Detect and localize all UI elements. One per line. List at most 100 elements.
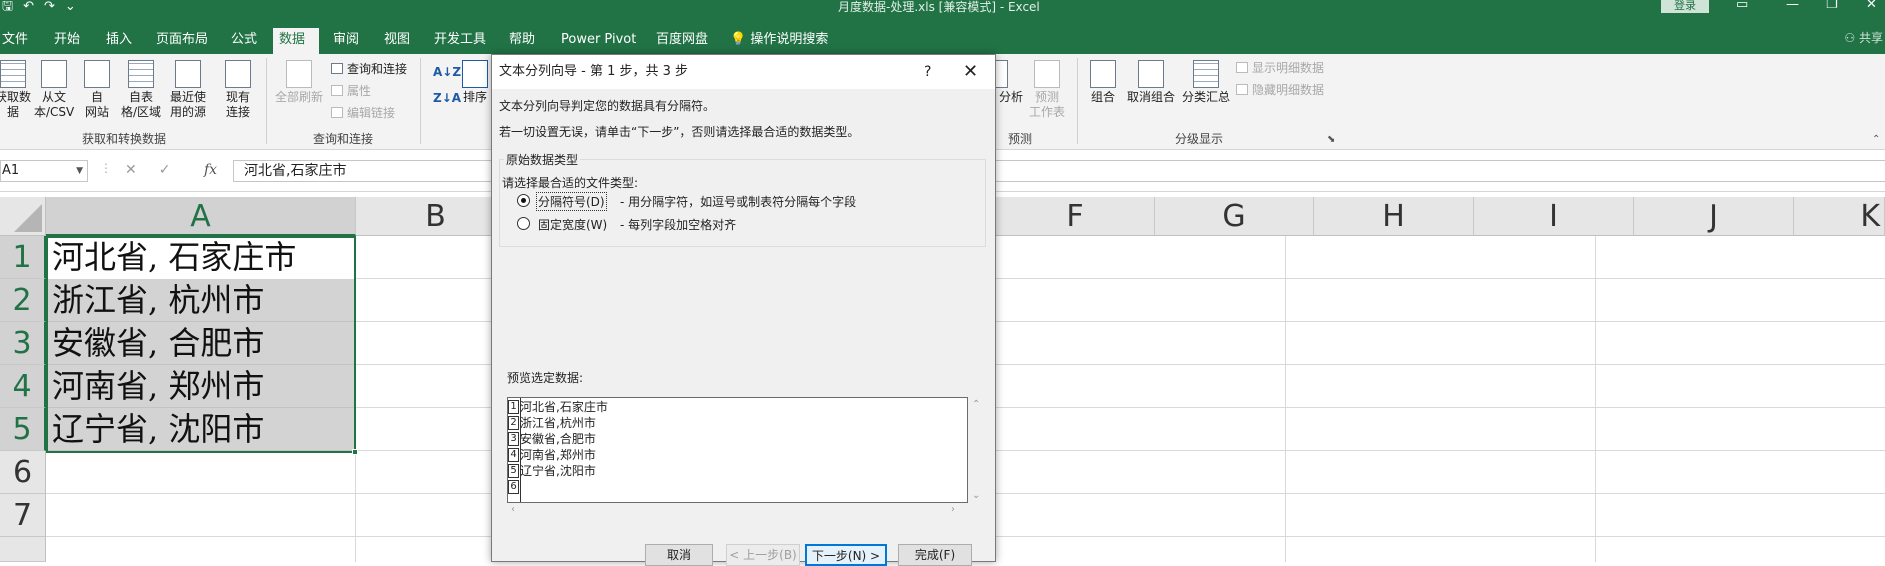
sort-az-icon[interactable]: A↓Z xyxy=(433,64,461,80)
column-header-k[interactable]: K xyxy=(1794,197,1885,236)
existing-connections-button[interactable]: 现有 连接 xyxy=(220,60,256,120)
preview-vertical-scrollbar[interactable]: ⌃ ⌄ xyxy=(968,397,985,503)
ungroup-button[interactable]: 取消组合 xyxy=(1124,60,1178,105)
close-window-icon[interactable]: ✕ xyxy=(1866,0,1877,12)
formula-input[interactable]: 河北省,石家庄市 xyxy=(233,160,1885,182)
from-table-button[interactable]: 自表 格/区域 xyxy=(118,60,164,120)
preview-horizontal-scrollbar[interactable]: ‹ › xyxy=(507,503,985,519)
column-header-a[interactable]: A xyxy=(46,197,356,236)
restore-icon[interactable]: ❐ xyxy=(1826,0,1838,12)
tab-baidu[interactable]: 百度网盘 xyxy=(650,28,714,54)
preview-row: 4 河南省,郑州市 xyxy=(508,447,596,463)
row-header-4[interactable]: 4 xyxy=(0,365,46,408)
row-header-6[interactable]: 6 xyxy=(0,451,46,494)
undo-icon[interactable]: ↶ xyxy=(23,0,44,14)
row-header-7[interactable]: 7 xyxy=(0,494,46,537)
tab-file[interactable]: 文件 xyxy=(0,28,34,54)
finish-button[interactable]: 完成(F) xyxy=(898,544,972,566)
from-csv-button[interactable]: 从文 本/CSV xyxy=(34,60,74,120)
cell-a1[interactable]: 河北省, 石家庄市 xyxy=(46,236,355,279)
tab-help[interactable]: 帮助 xyxy=(503,28,541,54)
row-header-8[interactable] xyxy=(0,537,46,562)
share-button[interactable]: ⚇ 共享 xyxy=(1844,29,1883,46)
tab-data[interactable]: 数据 xyxy=(273,28,319,54)
fixed-width-radio[interactable] xyxy=(517,217,530,230)
tell-me-search[interactable]: 💡 操作说明搜索 xyxy=(724,28,834,54)
save-icon[interactable]: 🖫 xyxy=(2,0,23,14)
row-header-1[interactable]: 1 xyxy=(0,236,46,279)
help-icon[interactable]: ? xyxy=(924,55,931,89)
chevron-right-icon[interactable]: › xyxy=(951,504,955,515)
edit-links-button[interactable]: 编辑链接 xyxy=(331,105,395,121)
column-header-g[interactable]: G xyxy=(1155,197,1314,236)
refresh-icon xyxy=(286,60,312,88)
chevron-left-icon[interactable]: ‹ xyxy=(511,504,515,515)
queries-connections-button[interactable]: 查询和连接 xyxy=(331,61,407,77)
collapse-ribbon-icon[interactable]: ⌃ xyxy=(1872,132,1880,148)
tab-view[interactable]: 视图 xyxy=(378,28,416,54)
row-header-3[interactable]: 3 xyxy=(0,322,46,365)
show-detail-button[interactable]: 显示明细数据 xyxy=(1236,60,1324,76)
properties-button[interactable]: 属性 xyxy=(331,83,371,99)
chevron-up-icon[interactable]: ⌃ xyxy=(972,399,980,410)
fill-handle[interactable] xyxy=(352,449,358,455)
column-header-i[interactable]: I xyxy=(1474,197,1634,236)
dialog-launcher-icon[interactable]: ⬊ xyxy=(1327,132,1335,148)
minimize-icon[interactable]: — xyxy=(1786,0,1799,12)
ribbon-display-icon[interactable]: ▭ xyxy=(1736,0,1748,12)
chevron-down-icon[interactable]: ⌄ xyxy=(972,490,980,501)
cell-a2[interactable]: 浙江省, 杭州市 xyxy=(46,279,355,322)
tab-insert[interactable]: 插入 xyxy=(100,28,138,54)
group-label-queries: 查询和连接 xyxy=(313,132,374,146)
subtotal-button[interactable]: 分类汇总 xyxy=(1180,60,1232,105)
drag-handle-icon[interactable]: ⋮ xyxy=(100,161,112,175)
redo-icon[interactable]: ↷ xyxy=(44,0,65,14)
refresh-all-button[interactable]: 全部刷新 xyxy=(272,60,326,105)
data-preview[interactable]: 1 河北省,石家庄市 2 浙江省,杭州市 3 安徽省,合肥市 4 河南省,郑州市 5 辽宁… xyxy=(507,397,968,503)
column-header-j[interactable]: J xyxy=(1634,197,1794,236)
sort-za-icon[interactable]: Z↓A xyxy=(433,90,461,106)
cancel-button[interactable]: 取消 xyxy=(645,544,713,566)
back-button[interactable]: < 上一步(B) xyxy=(726,544,800,566)
tab-review[interactable]: 审阅 xyxy=(327,28,365,54)
cell-a4[interactable]: 河南省, 郑州市 xyxy=(46,365,355,408)
tab-developer[interactable]: 开发工具 xyxy=(428,28,492,54)
fixed-width-label[interactable]: 固定宽度(W) xyxy=(538,216,607,233)
what-if-analysis-button[interactable]: 分析 xyxy=(992,60,1026,105)
insert-function-icon[interactable]: fx xyxy=(204,162,217,178)
get-data-button[interactable]: 获取数 据 xyxy=(0,60,32,120)
tab-home[interactable]: 开始 xyxy=(48,28,86,54)
delimited-radio[interactable] xyxy=(517,194,530,207)
tab-formulas[interactable]: 公式 xyxy=(225,28,263,54)
user-icon: ⚇ xyxy=(1844,31,1856,45)
select-all-corner[interactable] xyxy=(0,197,46,236)
lightbulb-icon: 💡 xyxy=(730,32,747,47)
close-icon[interactable]: ✕ xyxy=(963,55,978,89)
title-bar: 🖫↶↷⌄ 月度数据-处理.xls [兼容模式] - Excel 登录 ▭ — ❐… xyxy=(0,0,1885,14)
group-button[interactable]: 组合 xyxy=(1088,60,1118,105)
customize-icon[interactable]: ⌄ xyxy=(65,0,86,14)
hide-detail-button[interactable]: 隐藏明细数据 xyxy=(1236,82,1324,98)
recent-sources-button[interactable]: 最近使 用的源 xyxy=(166,60,210,120)
cancel-icon[interactable]: ✕ xyxy=(125,162,159,178)
sort-button[interactable]: 排序 xyxy=(458,60,492,105)
name-box[interactable]: A1 ▼ xyxy=(0,160,88,182)
tab-page-layout[interactable]: 页面布局 xyxy=(150,28,214,54)
cell-a5[interactable]: 辽宁省, 沈阳市 xyxy=(46,408,355,451)
forecast-sheet-button[interactable]: 预测 工作表 xyxy=(1028,60,1066,120)
cell-a3[interactable]: 安徽省, 合肥市 xyxy=(46,322,355,365)
column-header-h[interactable]: H xyxy=(1314,197,1474,236)
from-web-button[interactable]: 自 网站 xyxy=(79,60,115,120)
tab-power-pivot[interactable]: Power Pivot xyxy=(555,28,642,54)
database-icon xyxy=(0,60,26,88)
column-header-f[interactable]: F xyxy=(996,197,1155,236)
login-button[interactable]: 登录 xyxy=(1661,0,1709,13)
row-header-5[interactable]: 5 xyxy=(0,408,46,451)
enter-icon[interactable]: ✓ xyxy=(159,162,193,178)
next-button[interactable]: 下一步(N) > xyxy=(805,544,887,566)
link-icon xyxy=(331,107,343,118)
chevron-down-icon[interactable]: ▼ xyxy=(76,161,83,181)
delimited-label[interactable]: 分隔符号(D) xyxy=(536,192,607,211)
row-header-2[interactable]: 2 xyxy=(0,279,46,322)
fixed-width-description: - 每列字段加空格对齐 xyxy=(620,218,737,232)
